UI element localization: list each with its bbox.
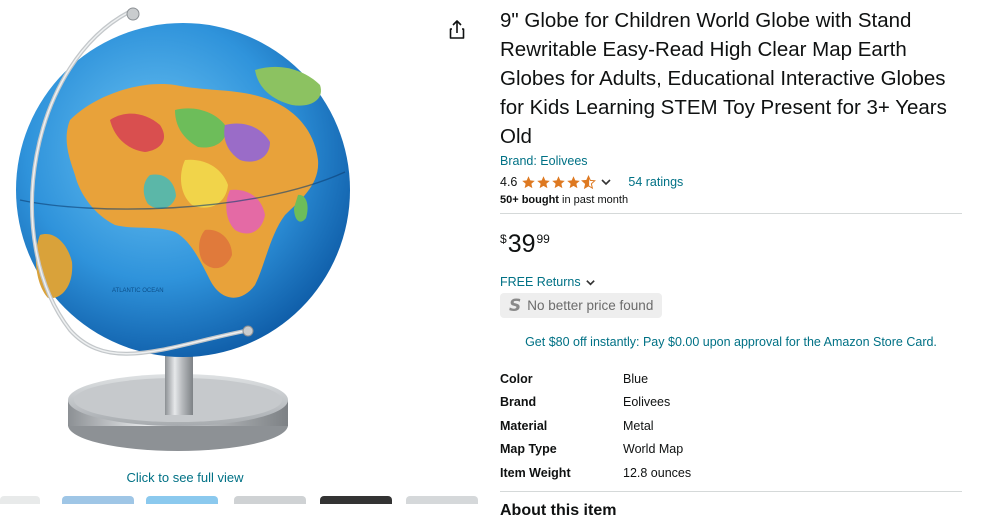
free-returns-link[interactable]: FREE Returns (500, 275, 970, 289)
thumbnail[interactable] (146, 496, 218, 504)
bought-count: 50+ bought (500, 194, 559, 206)
attribute-value: Metal (623, 418, 654, 433)
price-whole: 39 (507, 230, 536, 258)
share-icon (449, 20, 465, 39)
no-better-price-badge: S No better price found (500, 293, 663, 318)
star-half-icon (581, 174, 597, 189)
thumbnail[interactable] (62, 496, 134, 504)
attribute-row: Item Weight 12.8 ounces (500, 461, 691, 485)
thumbnail[interactable] (0, 496, 40, 504)
star-icon (567, 175, 581, 188)
image-gallery: ATLANTIC OCEAN Click to see full view (0, 0, 480, 504)
rating-row: 4.6 54 ratings (500, 173, 970, 191)
bought-in-past-month: 50+ bought in past month (500, 194, 970, 206)
product-image[interactable]: ATLANTIC OCEAN (0, 0, 440, 465)
thumbnail[interactable] (406, 496, 478, 504)
attribute-value: 12.8 ounces (623, 465, 692, 480)
attribute-row: Map Type World Map (500, 438, 691, 462)
full-view-link[interactable]: Click to see full view (100, 470, 270, 485)
price-fraction: 99 (536, 232, 550, 246)
chevron-down-icon (601, 179, 611, 186)
rating-value: 4.6 (500, 175, 518, 189)
attribute-key: Color (500, 371, 533, 386)
bought-suffix: in past month (558, 194, 629, 206)
price-symbol: $ (500, 232, 507, 246)
free-returns-label: FREE Returns (500, 275, 581, 289)
attribute-key: Brand (500, 395, 537, 410)
divider (500, 490, 962, 492)
store-card-offer-link[interactable]: Get $80 off instantly: Pay $0.00 upon ap… (500, 335, 962, 349)
attribute-value: Eolivees (623, 395, 671, 410)
share-button[interactable] (444, 17, 470, 43)
attribute-key: Item Weight (500, 465, 571, 480)
product-details: 9" Globe for Children World Globe with S… (500, 0, 970, 520)
product-attributes: Color Blue Brand Eolivees Material Metal… (500, 367, 691, 485)
star-icon (552, 175, 566, 188)
attribute-value: Blue (623, 371, 649, 386)
thumbnail[interactable] (320, 496, 392, 504)
star-rating[interactable] (521, 174, 597, 190)
attribute-value: World Map (623, 442, 684, 457)
attribute-key: Map Type (500, 442, 557, 457)
attribute-row: Color Blue (500, 367, 691, 391)
thumbnail[interactable] (234, 496, 306, 504)
no-better-price-text: No better price found (527, 298, 654, 313)
attribute-key: Material (500, 418, 548, 433)
image-ocean-label: ATLANTIC OCEAN (112, 288, 164, 294)
about-this-item-heading: About this item (500, 501, 617, 519)
product-title: 9" Globe for Children World Globe with S… (500, 9, 947, 148)
price: $ 39 99 (500, 231, 970, 259)
s-logo-icon: S (509, 295, 522, 316)
attribute-row: Brand Eolivees (500, 391, 691, 415)
star-icon (522, 175, 536, 188)
divider (500, 213, 962, 214)
star-icon (537, 175, 551, 188)
ratings-count-link[interactable]: 54 ratings (628, 175, 683, 189)
thumbnail-strip (0, 494, 480, 504)
chevron-down-icon (585, 279, 595, 286)
brand-link[interactable]: Brand: Eolivees (500, 154, 970, 168)
attribute-row: Material Metal (500, 414, 691, 438)
rating-dropdown[interactable] (600, 176, 612, 188)
